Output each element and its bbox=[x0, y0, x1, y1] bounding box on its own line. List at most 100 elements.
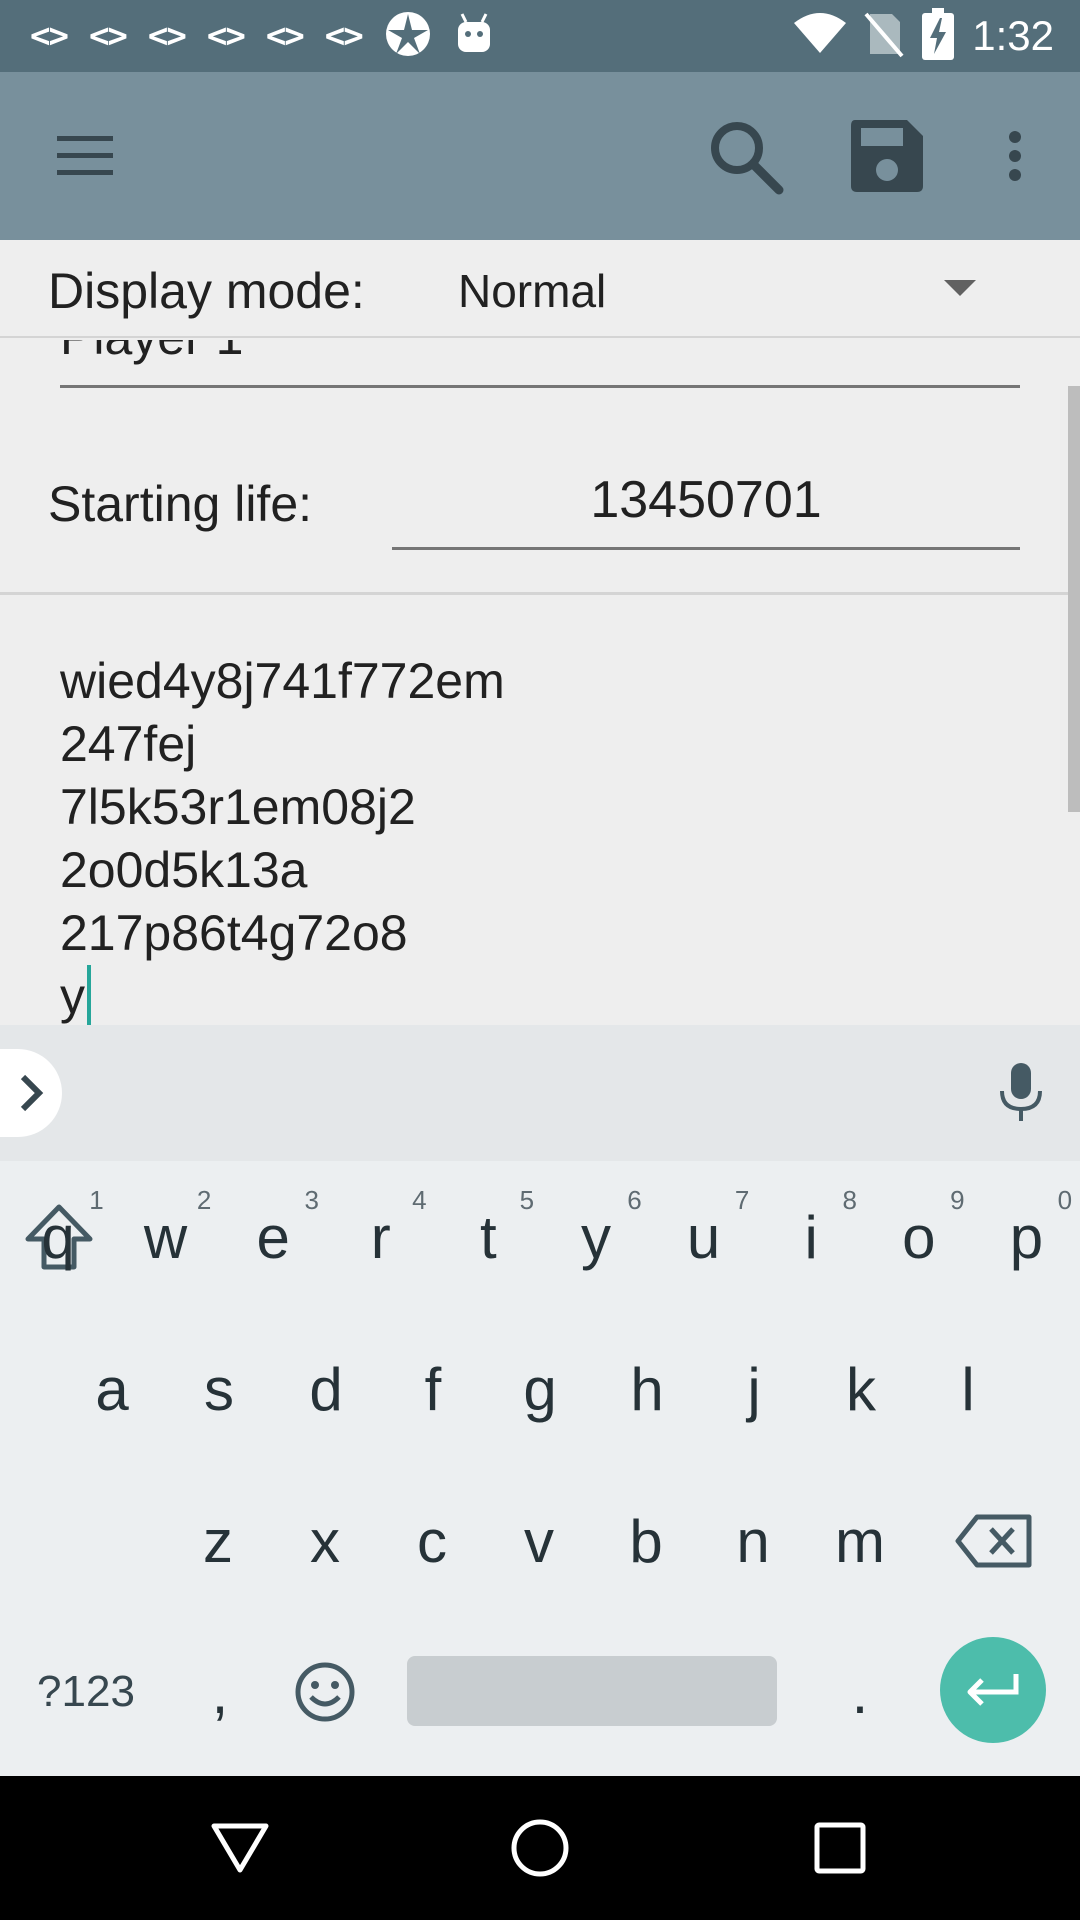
cross-circle-icon bbox=[384, 10, 432, 63]
key-hint: 7 bbox=[734, 1185, 750, 1215]
display-mode-label: Display mode: bbox=[48, 263, 365, 319]
emoji-icon[interactable] bbox=[275, 1621, 375, 1763]
soft-keyboard: ?123 , . q1w2e3r4t5y6u7i8o9p0asdfghjklzx… bbox=[0, 1161, 1080, 1776]
screen: <> <> <> <> <> <> 1:32 Display mode: Nor… bbox=[0, 0, 1080, 1920]
key-hint: 3 bbox=[304, 1185, 319, 1215]
key-m[interactable]: m bbox=[806, 1465, 914, 1617]
key-label: k bbox=[846, 1355, 876, 1423]
key-label: e bbox=[256, 1203, 290, 1271]
key-label: d bbox=[309, 1355, 343, 1423]
key-y[interactable]: y6 bbox=[542, 1161, 650, 1313]
backspace-icon[interactable] bbox=[946, 1465, 1042, 1617]
key-r[interactable]: r4 bbox=[327, 1161, 435, 1313]
key-v[interactable]: v bbox=[485, 1465, 593, 1617]
dev-code-icon: <> bbox=[30, 16, 69, 56]
key-hint: 1 bbox=[89, 1185, 104, 1215]
key-label: s bbox=[204, 1355, 234, 1423]
scrollbar[interactable] bbox=[1068, 386, 1080, 812]
key-o[interactable]: o9 bbox=[865, 1161, 973, 1313]
key-q[interactable]: q1 bbox=[4, 1161, 112, 1313]
key-label: z bbox=[203, 1507, 233, 1575]
key-g[interactable]: g bbox=[486, 1313, 594, 1465]
key-t[interactable]: t5 bbox=[435, 1161, 543, 1313]
key-k[interactable]: k bbox=[807, 1313, 915, 1465]
key-label: n bbox=[736, 1507, 770, 1575]
key-d[interactable]: d bbox=[272, 1313, 380, 1465]
key-label: g bbox=[523, 1355, 557, 1423]
key-x[interactable]: x bbox=[271, 1465, 379, 1617]
key-c[interactable]: c bbox=[378, 1465, 486, 1617]
save-icon[interactable] bbox=[842, 72, 932, 240]
status-bar: <> <> <> <> <> <> 1:32 bbox=[0, 0, 1080, 72]
key-z[interactable]: z bbox=[164, 1465, 272, 1617]
enter-icon[interactable] bbox=[940, 1637, 1046, 1743]
player-name-value: Player 1 bbox=[60, 340, 243, 366]
mic-icon[interactable] bbox=[996, 1061, 1046, 1130]
text-cursor bbox=[87, 965, 91, 1025]
back-icon[interactable] bbox=[200, 1776, 280, 1920]
android-icon bbox=[454, 12, 494, 61]
key-hint: 6 bbox=[627, 1185, 642, 1215]
notes-last-line: y bbox=[60, 965, 505, 1025]
chevron-right-icon[interactable] bbox=[0, 1049, 62, 1137]
battery-charging-icon bbox=[922, 7, 955, 65]
key-label: x bbox=[310, 1507, 340, 1575]
starting-life-field[interactable]: 13450701 bbox=[392, 460, 1020, 550]
notes-line: 2o0d5k13a bbox=[60, 842, 308, 898]
key-label: v bbox=[524, 1507, 554, 1575]
key-i[interactable]: i8 bbox=[757, 1161, 865, 1313]
symbols-key[interactable]: ?123 bbox=[11, 1621, 161, 1763]
key-b[interactable]: b bbox=[592, 1465, 700, 1617]
notes-line: 7l5k53r1em08j2 bbox=[60, 779, 416, 835]
home-icon[interactable] bbox=[500, 1776, 580, 1920]
key-label: q bbox=[41, 1203, 75, 1271]
divider bbox=[0, 592, 1080, 595]
content-area: Player 1 Starting life: 13450701 wied4y8… bbox=[0, 340, 1080, 1025]
key-n[interactable]: n bbox=[699, 1465, 807, 1617]
no-sim-icon bbox=[864, 10, 904, 63]
key-label: w bbox=[143, 1203, 188, 1271]
dev-code-icon: <> bbox=[265, 16, 305, 56]
key-hint: 9 bbox=[950, 1185, 965, 1215]
key-j[interactable]: j bbox=[700, 1313, 808, 1465]
key-l[interactable]: l bbox=[914, 1313, 1022, 1465]
notes-text-field[interactable]: wied4y8j741f772em 247fej 7l5k53r1em08j2 … bbox=[60, 650, 505, 1025]
space-bar[interactable] bbox=[407, 1656, 777, 1726]
notification-icons: <> <> <> <> <> <> bbox=[30, 0, 494, 72]
key-label: t bbox=[480, 1203, 497, 1271]
key-h[interactable]: h bbox=[593, 1313, 701, 1465]
dev-code-icon: <> bbox=[324, 16, 364, 56]
display-mode-row: Display mode: Normal bbox=[0, 240, 1080, 338]
recents-icon[interactable] bbox=[800, 1776, 880, 1920]
key-hint: 2 bbox=[196, 1185, 212, 1215]
search-icon[interactable] bbox=[700, 72, 790, 240]
key-label: f bbox=[424, 1355, 442, 1423]
key-w[interactable]: w2 bbox=[112, 1161, 220, 1313]
key-u[interactable]: u7 bbox=[650, 1161, 758, 1313]
display-mode-spinner[interactable]: Normal bbox=[458, 264, 606, 318]
notes-line: y bbox=[60, 968, 85, 1024]
suggestion-strip bbox=[0, 1025, 1080, 1161]
period-key[interactable]: . bbox=[810, 1621, 910, 1763]
dropdown-arrow-icon[interactable] bbox=[944, 280, 976, 296]
key-label: l bbox=[961, 1355, 975, 1423]
dev-code-icon: <> bbox=[88, 16, 128, 56]
menu-icon[interactable] bbox=[40, 72, 130, 240]
more-vert-icon[interactable] bbox=[990, 72, 1040, 240]
player-name-field[interactable]: Player 1 bbox=[60, 340, 1020, 388]
wifi-icon bbox=[794, 12, 847, 60]
key-s[interactable]: s bbox=[165, 1313, 273, 1465]
starting-life-value: 13450701 bbox=[590, 471, 822, 529]
key-label: o bbox=[902, 1203, 936, 1271]
app-toolbar bbox=[0, 72, 1080, 240]
notes-line: 247fej bbox=[60, 716, 197, 772]
starting-life-label: Starting life: bbox=[48, 476, 313, 532]
key-e[interactable]: e3 bbox=[219, 1161, 327, 1313]
key-label: a bbox=[95, 1355, 129, 1423]
comma-key[interactable]: , bbox=[170, 1621, 270, 1763]
key-p[interactable]: p0 bbox=[973, 1161, 1080, 1313]
key-label: y bbox=[581, 1203, 611, 1271]
key-f[interactable]: f bbox=[379, 1313, 487, 1465]
key-hint: 4 bbox=[412, 1185, 427, 1215]
key-a[interactable]: a bbox=[58, 1313, 166, 1465]
